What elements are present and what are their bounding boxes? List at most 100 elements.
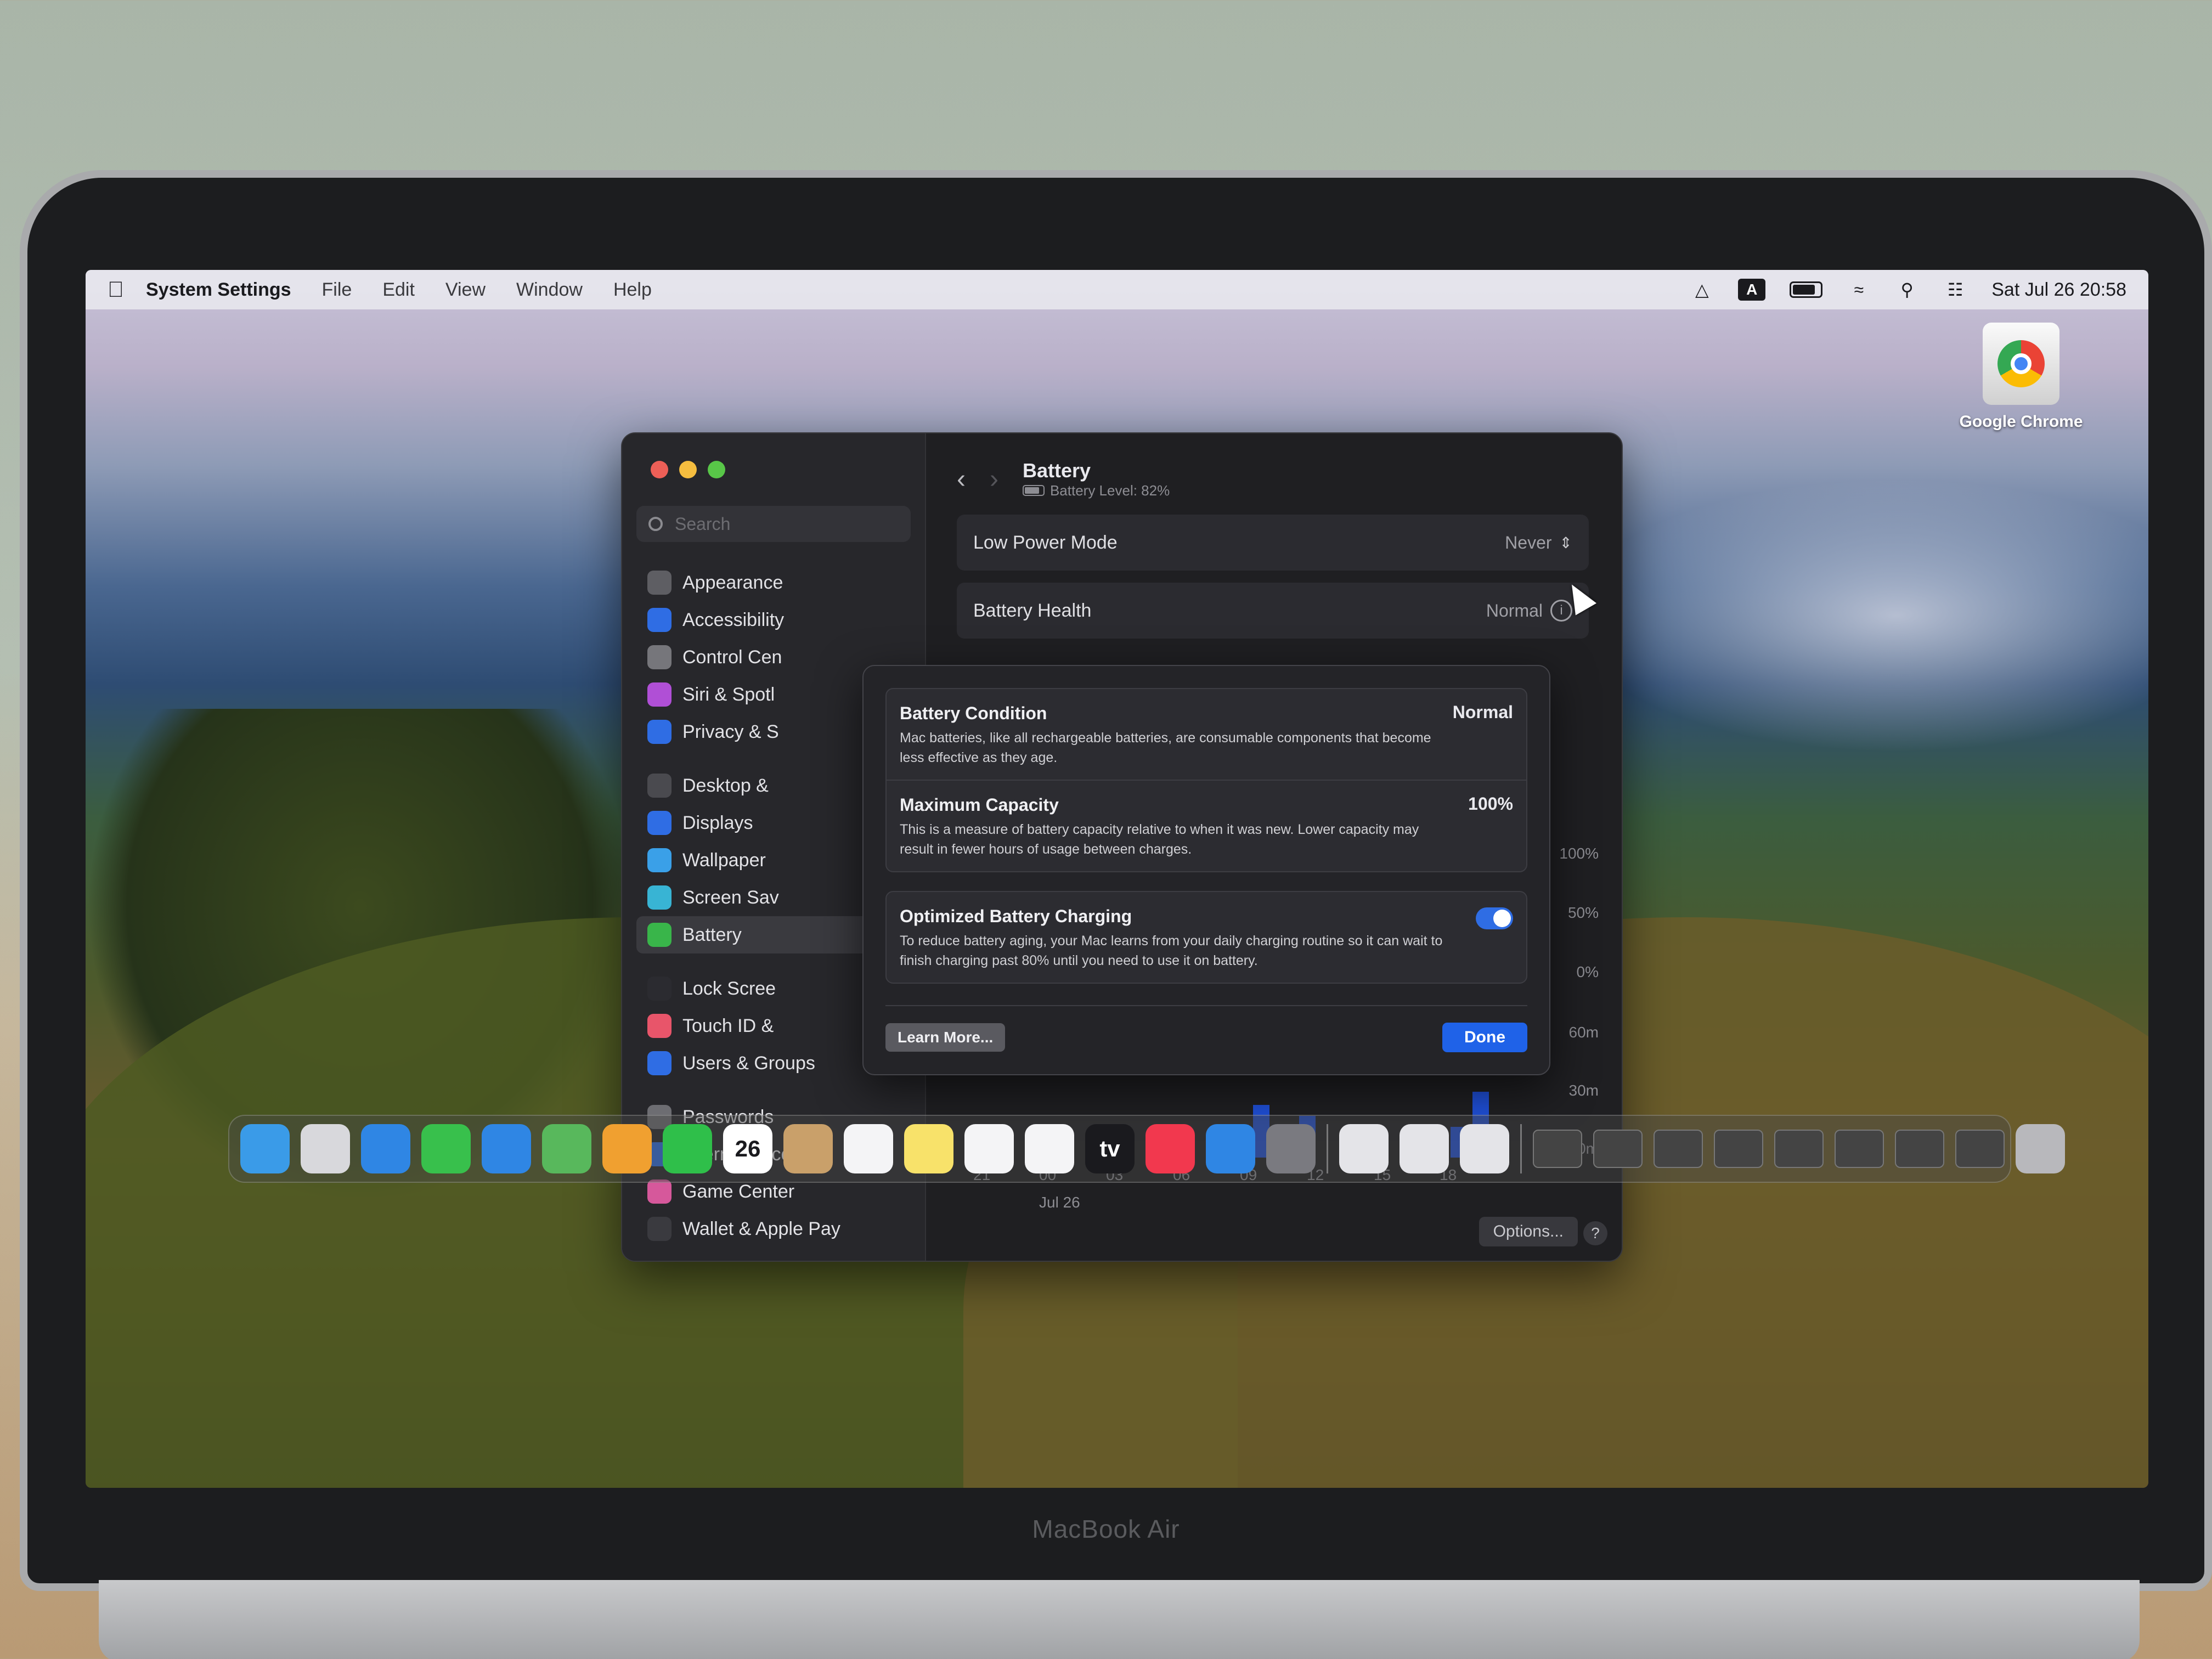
music-icon[interactable] — [1146, 1124, 1195, 1173]
battery-health-label: Battery Health — [973, 600, 1092, 621]
y-usage-label: 60m — [1568, 1024, 1599, 1041]
downloads-stack-icon[interactable] — [1339, 1124, 1389, 1173]
menu-edit[interactable]: Edit — [382, 279, 415, 301]
low-power-mode-value: Never — [1505, 532, 1552, 552]
laptop-base — [99, 1580, 2140, 1659]
minimized-window-thumbnail[interactable] — [1533, 1130, 1582, 1168]
maps-icon[interactable] — [542, 1124, 591, 1173]
wallet-icon — [647, 1217, 672, 1241]
minimized-window-thumbnail[interactable] — [1774, 1130, 1824, 1168]
preview-app-icon[interactable] — [1460, 1124, 1509, 1173]
menu-app-name[interactable]: System Settings — [146, 279, 291, 301]
battery-status-icon[interactable] — [1790, 281, 1823, 298]
desktop-chrome-installer[interactable]: Google Chrome — [1955, 323, 2087, 431]
control-center-icon[interactable]: ☷ — [1943, 280, 1967, 300]
battery-condition-title: Battery Condition — [900, 703, 1047, 723]
sidebar-item-wallet-apple-pay[interactable]: Wallet & Apple Pay — [636, 1210, 911, 1248]
sidebar-item-label: Game Center — [682, 1181, 795, 1202]
arc-app-icon[interactable] — [1400, 1124, 1449, 1173]
chrome-icon[interactable] — [964, 1124, 1014, 1173]
minimized-window-thumbnail[interactable] — [1593, 1130, 1643, 1168]
calendar-icon[interactable]: 26 — [723, 1124, 772, 1173]
status-area: △ A ≈ ⚲ ☷ Sat Jul 26 20:58 — [1690, 279, 2126, 301]
fingerprint-icon — [647, 1014, 672, 1038]
y-level-label: 50% — [1567, 904, 1599, 921]
minimize-button[interactable] — [679, 461, 697, 478]
optimized-charging-cell: Optimized Battery Charging To reduce bat… — [887, 892, 1526, 983]
low-power-mode-label: Low Power Mode — [973, 532, 1118, 553]
vpn-arc-icon[interactable]: △ — [1690, 280, 1714, 300]
sidebar-item-label: Wallpaper — [682, 849, 766, 871]
x-axis-date-label: Jul 26 — [1039, 1194, 1080, 1211]
minimized-window-thumbnail[interactable] — [1955, 1130, 2005, 1168]
options-button[interactable]: Options... — [1479, 1217, 1578, 1246]
wallpaper-fog — [1567, 478, 2148, 753]
battery-health-row: Battery Health Normal i — [957, 583, 1589, 639]
dock-separator — [1327, 1124, 1328, 1173]
sidebar-item-label: Lock Scree — [682, 978, 776, 999]
sidebar-item-label: Privacy & S — [682, 721, 779, 742]
close-button[interactable] — [651, 461, 668, 478]
spotlight-search-icon[interactable]: ⚲ — [1895, 280, 1919, 300]
messages-icon[interactable] — [421, 1124, 471, 1173]
menu-file[interactable]: File — [322, 279, 352, 301]
zoom-button[interactable] — [708, 461, 725, 478]
forward-arrow-icon[interactable]: › — [990, 464, 998, 494]
safari-icon[interactable] — [361, 1124, 410, 1173]
battery-health-sheet: Battery Condition Normal Mac batteries, … — [862, 665, 1550, 1075]
optimized-charging-title: Optimized Battery Charging — [900, 906, 1132, 926]
launchpad-icon[interactable] — [301, 1124, 350, 1173]
low-power-mode-row: Low Power Mode Never ⇕ — [957, 515, 1589, 571]
done-button[interactable]: Done — [1442, 1023, 1527, 1052]
finder-icon[interactable] — [240, 1124, 290, 1173]
help-button[interactable]: ? — [1583, 1221, 1607, 1245]
input-source-icon[interactable]: A — [1738, 279, 1766, 301]
sidebar-item-label: Touch ID & — [682, 1015, 774, 1036]
learn-more-button[interactable]: Learn More... — [885, 1023, 1006, 1052]
minimized-window-thumbnail[interactable] — [1714, 1130, 1763, 1168]
minimized-window-thumbnail[interactable] — [1895, 1130, 1944, 1168]
freeform-icon[interactable] — [1025, 1124, 1074, 1173]
contacts-icon[interactable] — [783, 1124, 833, 1173]
battery-info-group: Battery Condition Normal Mac batteries, … — [885, 688, 1527, 872]
sidebar-item-accessibility[interactable]: Accessibility — [636, 601, 911, 639]
optimized-charging-description: To reduce battery aging, your Mac learns… — [900, 933, 1443, 968]
wifi-icon[interactable]: ≈ — [1847, 280, 1871, 300]
menu-window[interactable]: Window — [516, 279, 583, 301]
menu-view[interactable]: View — [445, 279, 486, 301]
mail-icon[interactable] — [482, 1124, 531, 1173]
battery-condition-description: Mac batteries, like all rechargeable bat… — [900, 730, 1431, 765]
pane-title-block: Battery Battery Level: 82% — [1022, 459, 1170, 499]
minimized-window-thumbnail[interactable] — [1835, 1130, 1884, 1168]
back-arrow-icon[interactable]: ‹ — [957, 464, 966, 494]
trash-icon[interactable] — [2016, 1124, 2065, 1173]
low-power-mode-popup[interactable]: Never ⇕ — [1505, 533, 1572, 553]
y-level-label: 100% — [1559, 845, 1599, 862]
desktop-icon — [647, 774, 672, 798]
menu-clock[interactable]: Sat Jul 26 20:58 — [1991, 279, 2126, 301]
apple-menu-icon[interactable]:  — [108, 278, 129, 302]
system-settings-icon[interactable] — [1266, 1124, 1316, 1173]
app-store-icon[interactable] — [1206, 1124, 1255, 1173]
users-icon — [647, 1051, 672, 1075]
apple-tv-icon[interactable]: tv — [1085, 1124, 1135, 1173]
facetime-icon[interactable] — [663, 1124, 712, 1173]
battery-condition-cell: Battery Condition Normal Mac batteries, … — [887, 689, 1526, 780]
notes-icon[interactable] — [904, 1124, 953, 1173]
chrome-logo-icon — [1997, 340, 2045, 387]
reminders-icon[interactable] — [844, 1124, 893, 1173]
optimized-charging-toggle[interactable] — [1476, 907, 1513, 929]
search-input[interactable] — [675, 514, 883, 534]
photos-icon[interactable] — [602, 1124, 652, 1173]
menu-help[interactable]: Help — [613, 279, 652, 301]
displays-icon — [647, 811, 672, 835]
popup-chevrons-icon: ⇕ — [1559, 534, 1572, 551]
sidebar-item-appearance[interactable]: Appearance — [636, 564, 911, 601]
control-center-icon — [647, 645, 672, 669]
search-field[interactable] — [636, 506, 911, 542]
appearance-icon — [647, 571, 672, 595]
search-icon — [648, 517, 663, 531]
maximum-capacity-title: Maximum Capacity — [900, 795, 1059, 815]
battery-icon — [647, 923, 672, 947]
minimized-window-thumbnail[interactable] — [1654, 1130, 1703, 1168]
